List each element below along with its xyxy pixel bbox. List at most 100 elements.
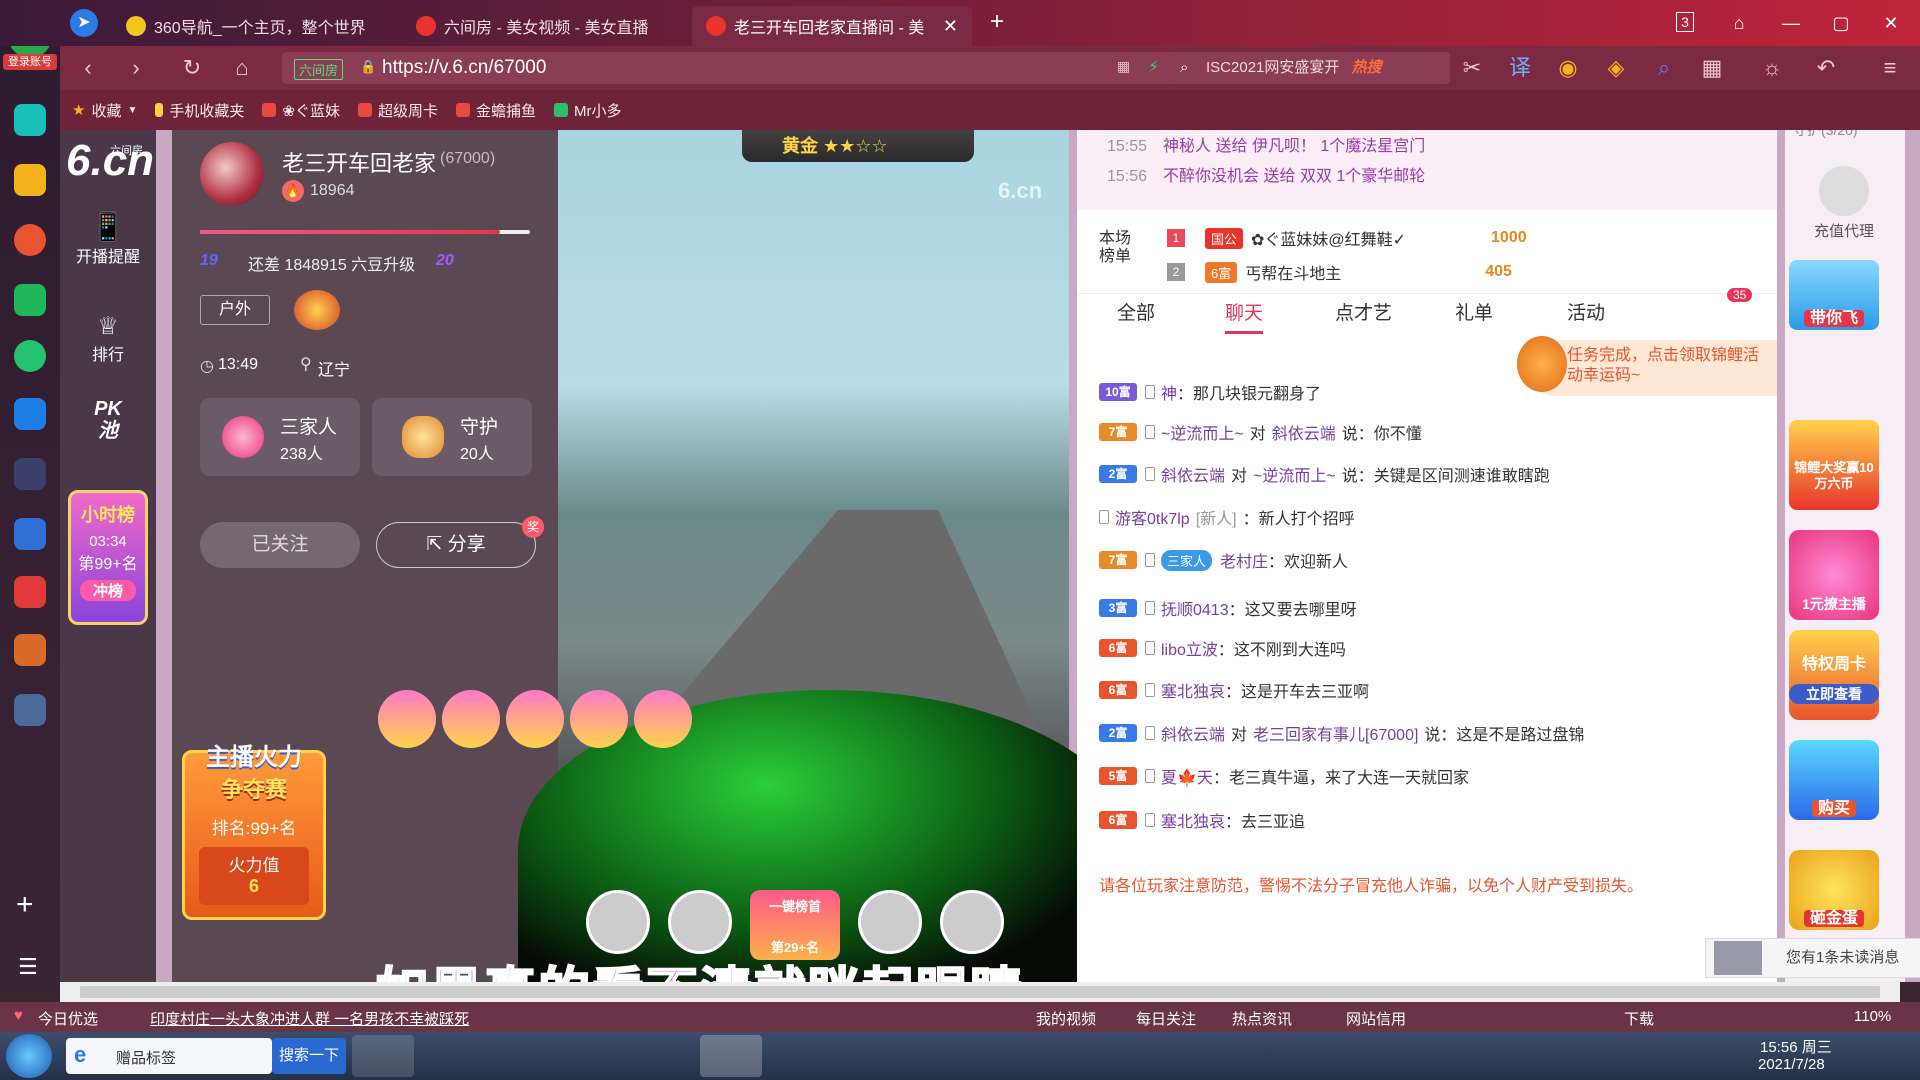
add-icon[interactable]: + [16,888,34,922]
chat-username[interactable]: libo立波 [1161,636,1218,660]
board-row-1[interactable]: 1 国公 ✿ぐ蓝妹妹@红舞鞋✓ 1000 [1167,226,1527,250]
family-card[interactable]: 三家人 238人 [200,398,360,476]
fire-contest-card[interactable]: 主播火力 争夺赛 排名:99+名 火力值 6 [182,744,326,920]
board-row-2[interactable]: 2 6富 丐帮在斗地主 405 [1167,260,1512,284]
game-icon[interactable] [14,458,46,490]
tab-2[interactable]: 六间房 - 美女视频 - 美女直播 [402,6,682,46]
status-my-video[interactable]: 我的视频 [1036,1008,1096,1029]
gamepad-icon[interactable]: ◈ [1602,54,1630,82]
doc-icon[interactable] [14,518,46,550]
chat-target-user[interactable]: 老三回家有事儿[67000] [1253,721,1418,745]
tab-chat[interactable]: 聊天 [1225,298,1264,334]
star-icon[interactable] [14,164,46,196]
tab-count-badge[interactable]: 3 [1676,12,1694,32]
refresh-icon[interactable]: ↻ [178,54,206,82]
taskbar-browser-icon[interactable] [564,1035,626,1077]
start-button[interactable] [6,1034,52,1078]
right-item-koi[interactable]: 锦鲤大奖赢10万六币 [1789,420,1879,510]
site-logo[interactable]: 6.cn 六间房 [66,136,154,186]
status-credit[interactable]: 网站信用 [1346,1008,1406,1029]
avatar[interactable] [586,890,650,954]
bookmark-fish[interactable]: 金蟾捕鱼 [455,100,536,121]
chat-username[interactable]: 老村庄 [1220,548,1268,572]
taskbar-player-icon[interactable] [634,1035,696,1077]
shop-icon[interactable] [14,576,46,608]
news-ticker[interactable]: 印度村庄一头大象冲进人群 一名男孩不幸被踩死 [150,1008,469,1029]
video-player[interactable]: 黄金 ★★☆☆ 6.cn 一键榜首 第29+名 [378,130,1138,982]
bolt-icon[interactable]: ⚡ [1148,57,1159,77]
weibo-icon[interactable] [14,224,46,256]
tag-outdoor[interactable]: 户外 [200,295,270,325]
task-tip[interactable]: 任务完成，点击领取锦鲤活动幸运码~ [1517,336,1777,396]
chat-username[interactable]: ~逆流而上~ [1161,420,1244,444]
tab-3[interactable]: 老三开车回老家直播间 - 美女 ✕ [692,6,972,46]
chat-username[interactable]: 游客0tk7lp [1115,505,1190,529]
taskbar-app-icon[interactable] [700,1035,762,1077]
minimize-icon[interactable]: — [1776,8,1806,38]
guard-card[interactable]: 守护 20人 [372,398,532,476]
tab-giftlist[interactable]: 礼单 [1455,298,1493,325]
clock-time[interactable]: 15:56 周三 [1760,1036,1832,1057]
mail-icon[interactable] [14,284,46,316]
game2-icon[interactable] [14,634,46,666]
zoom-level[interactable]: 110% [1854,1008,1891,1025]
chat-username[interactable]: 抚顺0413 [1161,596,1229,620]
today-picks[interactable]: 今日优选 [38,1008,98,1029]
right-item-agent[interactable]: 充值代理 [1789,166,1899,241]
hour-rank-card[interactable]: 小时榜 03:34 第99+名 冲榜 [68,490,148,625]
tab-talent[interactable]: 点才艺 [1335,298,1392,325]
bookmark-weekcard[interactable]: 超级周卡 [357,100,438,121]
tab-all[interactable]: 全部 [1117,298,1155,325]
game3-icon[interactable] [14,694,46,726]
cut-icon[interactable]: ✂ [1458,54,1486,82]
hot-search-label[interactable]: 热搜 [1352,59,1382,76]
chat-username[interactable]: 夏🍁天 [1161,764,1213,788]
gold-badge[interactable]: 黄金 ★★☆☆ [742,130,974,162]
right-item-weekcard[interactable]: 特权周卡 立即查看 [1789,630,1879,720]
nav-pk[interactable]: PK池 [60,398,156,442]
bookmark-favorites[interactable]: ★ 收藏 ▼ [72,100,137,121]
bookmark-lanmei[interactable]: ❀ぐ蓝妹 [262,100,340,121]
search-input[interactable]: ⌕ ISC2021网安盛宴开 热搜 [1170,52,1450,84]
forward-icon[interactable]: › [122,54,150,82]
bookmark-mobile[interactable]: 手机收藏夹 [155,100,244,121]
find-icon[interactable]: ⌕ [1650,54,1678,82]
avatar[interactable] [940,890,1004,954]
chat-username[interactable]: 塞北独哀 [1161,808,1225,832]
taskbar-ie-icon[interactable] [422,1035,484,1077]
right-item-flirt[interactable]: 1元撩主播 [1789,530,1879,620]
brightness-icon[interactable]: ☼ [1758,54,1786,82]
avatar[interactable] [200,142,264,206]
new-tab-icon[interactable]: + [990,8,1004,36]
chat-username[interactable]: 斜依云端 [1161,462,1225,486]
taskbar-k-icon[interactable] [352,1035,414,1077]
avatar[interactable] [668,890,732,954]
tab-close-icon[interactable]: ✕ [943,16,958,37]
scroll-thumb[interactable] [80,986,1880,998]
hour-rank-button[interactable]: 冲榜 [80,580,136,601]
taskbar-folder-icon[interactable] [494,1035,556,1077]
home-icon[interactable]: ⌂ [228,54,256,82]
grid-icon[interactable]: ▦ [1698,54,1726,82]
unread-message[interactable]: 您有1条未读消息 [1705,938,1920,978]
chat-username[interactable]: 塞北独哀 [1161,678,1225,702]
menu-icon[interactable]: ☰ [18,954,38,980]
ie-search-box[interactable]: e 赠品标签 [66,1038,272,1074]
search-button[interactable]: 搜索一下 [272,1038,346,1074]
chat-target-user[interactable]: 斜依云端 [1272,420,1336,444]
medal-icon[interactable] [294,290,340,330]
url-bar[interactable]: 六间房 🔒 https://v.6.cn/67000 ▦ ⚡ ⌄ [282,52,1212,84]
nav-rank[interactable]: ♕ 排行 [60,312,156,365]
more-menu-icon[interactable]: ≡ [1876,54,1904,82]
skin-icon[interactable]: ⌂ [1724,8,1754,38]
translate-icon[interactable]: 译 [1506,54,1534,82]
share-button[interactable]: ⇱ 分享 [376,522,536,568]
status-daily[interactable]: 每日关注 [1136,1008,1196,1029]
chat-username[interactable]: 斜依云端 [1161,721,1225,745]
maximize-icon[interactable]: ▢ [1826,8,1856,38]
right-item-egg[interactable]: 砸金蛋 [1789,850,1879,930]
tab-1[interactable]: 360导航_一个主页，整个世界 [112,6,392,46]
right-item-fly[interactable]: 带你飞 [1789,260,1879,330]
bookmark-mr[interactable]: Mr小多 [554,100,622,121]
p-icon[interactable] [14,398,46,430]
